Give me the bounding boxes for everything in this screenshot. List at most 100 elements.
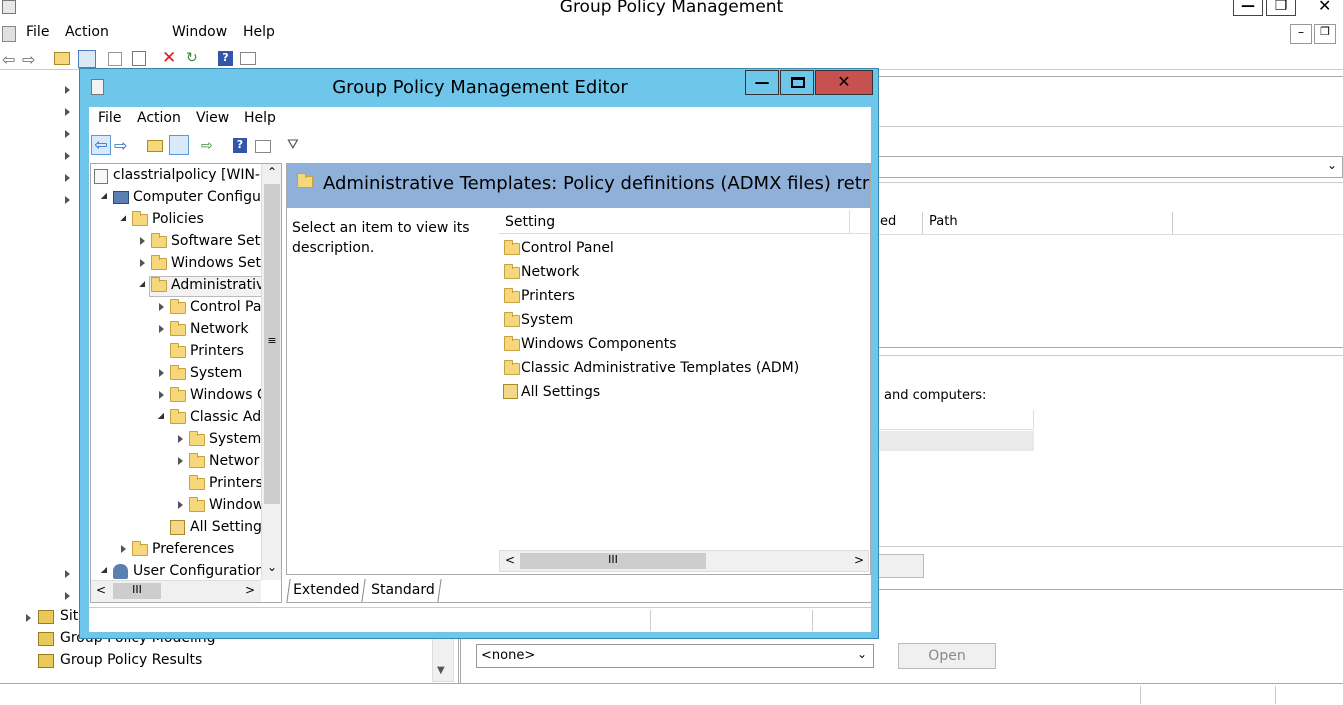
tree-classic-system[interactable]: System [209, 431, 261, 447]
expand-arrow[interactable] [65, 152, 70, 160]
list-item[interactable]: Network [503, 262, 863, 284]
scroll-down-icon[interactable]: ⌄ [267, 560, 277, 574]
tree-item-results[interactable]: Group Policy Results [60, 652, 202, 668]
scroll-down-icon[interactable]: ▼ [437, 665, 445, 676]
list-item[interactable]: Control Panel [503, 238, 863, 260]
collapse-arrow[interactable] [120, 215, 126, 221]
tree-printers[interactable]: Printers [190, 343, 244, 359]
wmi-filter-select[interactable]: <none> ⌄ [476, 644, 874, 668]
tree-admin-templates[interactable]: Administrativ [171, 277, 264, 293]
tree-network[interactable]: Network [190, 321, 248, 337]
paste-icon[interactable] [132, 51, 146, 66]
expand-arrow[interactable] [65, 86, 70, 94]
list-item[interactable]: Printers [503, 286, 863, 308]
expand-arrow[interactable] [178, 435, 183, 443]
main-close-button[interactable]: ✕ [1318, 0, 1343, 15]
column-header-path[interactable]: Path [929, 214, 958, 229]
scroll-left-icon[interactable]: < [505, 553, 515, 567]
expand-arrow[interactable] [65, 130, 70, 138]
forward-icon[interactable]: ⇨ [22, 50, 35, 69]
show-hide-tree-icon[interactable] [169, 135, 189, 155]
expand-arrow[interactable] [65, 108, 70, 116]
expand-arrow[interactable] [65, 570, 70, 578]
help-icon[interactable]: ? [218, 51, 233, 66]
tree-computer-config[interactable]: Computer Configur [133, 189, 267, 205]
list-item[interactable]: System [503, 310, 863, 332]
properties-icon[interactable] [255, 140, 271, 153]
main-menu-window[interactable]: Window [172, 24, 227, 40]
main-minimize-button[interactable]: — [1233, 0, 1263, 16]
back-icon[interactable]: ⇦ [2, 50, 15, 69]
editor-close-button[interactable]: ✕ [815, 70, 873, 95]
copy-icon[interactable] [108, 52, 122, 66]
editor-menu-action[interactable]: Action [137, 110, 181, 126]
collapse-arrow[interactable] [139, 281, 145, 287]
tree-software-settings[interactable]: Software Sett [171, 233, 266, 249]
list-item[interactable]: All Settings [503, 382, 863, 404]
export-list-icon[interactable]: ⇨ [201, 138, 213, 154]
expand-arrow[interactable] [159, 369, 164, 377]
expand-arrow[interactable] [65, 174, 70, 182]
tree-horizontal-scrollbar[interactable]: < III > [91, 580, 261, 602]
scroll-right-icon[interactable]: > [245, 583, 255, 597]
properties-icon[interactable] [240, 52, 256, 65]
scroll-left-icon[interactable]: < [96, 583, 106, 597]
tree-vertical-scrollbar[interactable]: ⌃ ≡ ⌄ [261, 164, 281, 580]
delete-icon[interactable]: ✕ [162, 48, 176, 68]
list-item[interactable]: Classic Administrative Templates (ADM) [503, 358, 863, 380]
tree-classic-windows[interactable]: Window [209, 497, 264, 513]
tree-user-config[interactable]: User Configuration [133, 563, 264, 579]
filter-icon[interactable]: ⛛ [287, 137, 299, 153]
collapse-arrow[interactable] [101, 193, 107, 199]
tree-classic-printers[interactable]: Printers [209, 475, 263, 491]
editor-maximize-button[interactable] [780, 70, 814, 95]
editor-menu-file[interactable]: File [98, 110, 121, 126]
forward-icon[interactable]: ⇨ [114, 136, 127, 155]
expand-arrow[interactable] [178, 501, 183, 509]
back-icon[interactable]: ⇦ [91, 135, 111, 155]
main-menu-action[interactable]: Action [65, 24, 109, 40]
editor-minimize-button[interactable]: — [745, 70, 779, 95]
tree-classic-adm[interactable]: Classic Adr [190, 409, 267, 425]
collapse-arrow[interactable] [101, 567, 107, 573]
expand-arrow[interactable] [121, 545, 126, 553]
main-menu-file[interactable]: File [26, 24, 49, 40]
tab-extended[interactable]: Extended [286, 579, 366, 602]
expand-arrow[interactable] [159, 325, 164, 333]
tab-standard[interactable]: Standard [364, 579, 442, 602]
refresh-icon[interactable]: ↻ [186, 50, 198, 66]
expand-arrow[interactable] [140, 259, 145, 267]
list-row[interactable] [878, 431, 1034, 451]
expand-arrow[interactable] [26, 614, 31, 622]
scroll-thumb[interactable]: III [520, 553, 706, 569]
editor-menu-help[interactable]: Help [244, 110, 276, 126]
collapse-arrow[interactable] [158, 413, 164, 419]
help-icon[interactable]: ? [233, 138, 247, 153]
expand-arrow[interactable] [140, 237, 145, 245]
expand-arrow[interactable] [65, 592, 70, 600]
tree-control-panel[interactable]: Control Pa [190, 299, 261, 315]
up-folder-icon[interactable] [147, 140, 163, 152]
security-list[interactable] [878, 410, 1343, 452]
expand-arrow[interactable] [178, 457, 183, 465]
tree-preferences[interactable]: Preferences [152, 541, 234, 557]
tree-system[interactable]: System [190, 365, 242, 381]
tree-classic-network[interactable]: Networ [209, 453, 259, 469]
expand-arrow[interactable] [159, 391, 164, 399]
scroll-right-icon[interactable]: > [854, 553, 864, 567]
open-button[interactable]: Open [898, 643, 996, 669]
tree-policies[interactable]: Policies [152, 211, 204, 227]
expand-arrow[interactable] [65, 196, 70, 204]
scroll-thumb[interactable]: ≡ [264, 184, 280, 504]
up-folder-icon[interactable] [54, 52, 70, 65]
scroll-thumb[interactable]: III [113, 583, 161, 599]
list-horizontal-scrollbar[interactable]: < III > [499, 550, 869, 572]
tree-windows-settings[interactable]: Windows Sett [171, 255, 266, 271]
column-header-setting[interactable]: Setting [505, 214, 555, 230]
expand-arrow[interactable] [159, 303, 164, 311]
tree-all-settings[interactable]: All Setting [190, 519, 262, 535]
mdi-restore-button[interactable]: ❐ [1314, 24, 1336, 44]
main-tree-scrollbar[interactable]: ▼ [432, 638, 454, 682]
mdi-minimize-button[interactable]: – [1290, 24, 1312, 44]
properties-button[interactable] [878, 554, 924, 578]
